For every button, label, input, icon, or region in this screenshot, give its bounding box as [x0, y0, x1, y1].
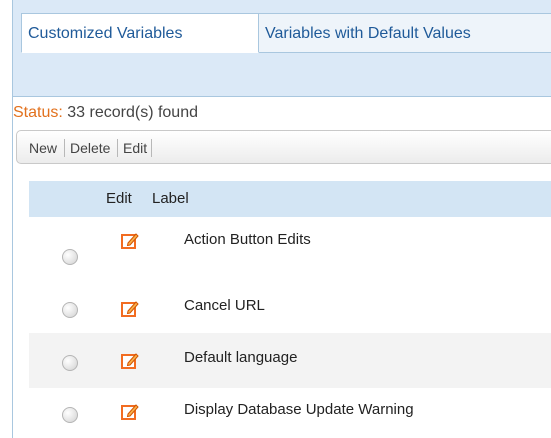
row-label: Action Button Edits: [184, 231, 311, 248]
table-row[interactable]: Default language: [29, 333, 551, 388]
tab-variables-with-default-values[interactable]: Variables with Default Values: [259, 13, 551, 53]
grid-header: Edit Label: [29, 181, 551, 217]
tab-customized-variables[interactable]: Customized Variables: [21, 13, 259, 53]
edit-pencil-icon[interactable]: [120, 231, 140, 251]
toolbar-separator: [64, 139, 65, 157]
edit-button[interactable]: Edit: [123, 139, 147, 157]
edit-pencil-icon[interactable]: [120, 351, 140, 371]
edit-pencil-icon[interactable]: [120, 402, 140, 422]
toolbar-separator: [151, 139, 152, 157]
tab-bar: Customized Variables Variables with Defa…: [13, 0, 551, 97]
row-label: Cancel URL: [184, 297, 265, 314]
toolbar: New Delete Edit: [16, 130, 551, 164]
status-count: 33 record(s) found: [67, 104, 198, 121]
toolbar-separator: [117, 139, 118, 157]
table-row[interactable]: Cancel URL: [29, 283, 551, 333]
new-button[interactable]: New: [29, 139, 57, 157]
edit-pencil-icon[interactable]: [120, 299, 140, 319]
row-select-radio[interactable]: [62, 407, 78, 423]
row-label: Default language: [184, 349, 298, 366]
column-header-edit[interactable]: Edit: [106, 190, 132, 207]
status-label: Status:: [13, 104, 63, 121]
column-header-label[interactable]: Label: [152, 190, 189, 207]
variables-panel: Customized Variables Variables with Defa…: [12, 0, 551, 438]
status-line: Status: 33 record(s) found: [13, 103, 198, 123]
row-select-radio[interactable]: [62, 355, 78, 371]
table-row[interactable]: Action Button Edits: [29, 217, 551, 283]
row-select-radio[interactable]: [62, 249, 78, 265]
row-select-radio[interactable]: [62, 302, 78, 318]
table-row[interactable]: Display Database Update Warning: [29, 388, 551, 438]
row-label: Display Database Update Warning: [184, 401, 414, 418]
delete-button[interactable]: Delete: [70, 139, 110, 157]
